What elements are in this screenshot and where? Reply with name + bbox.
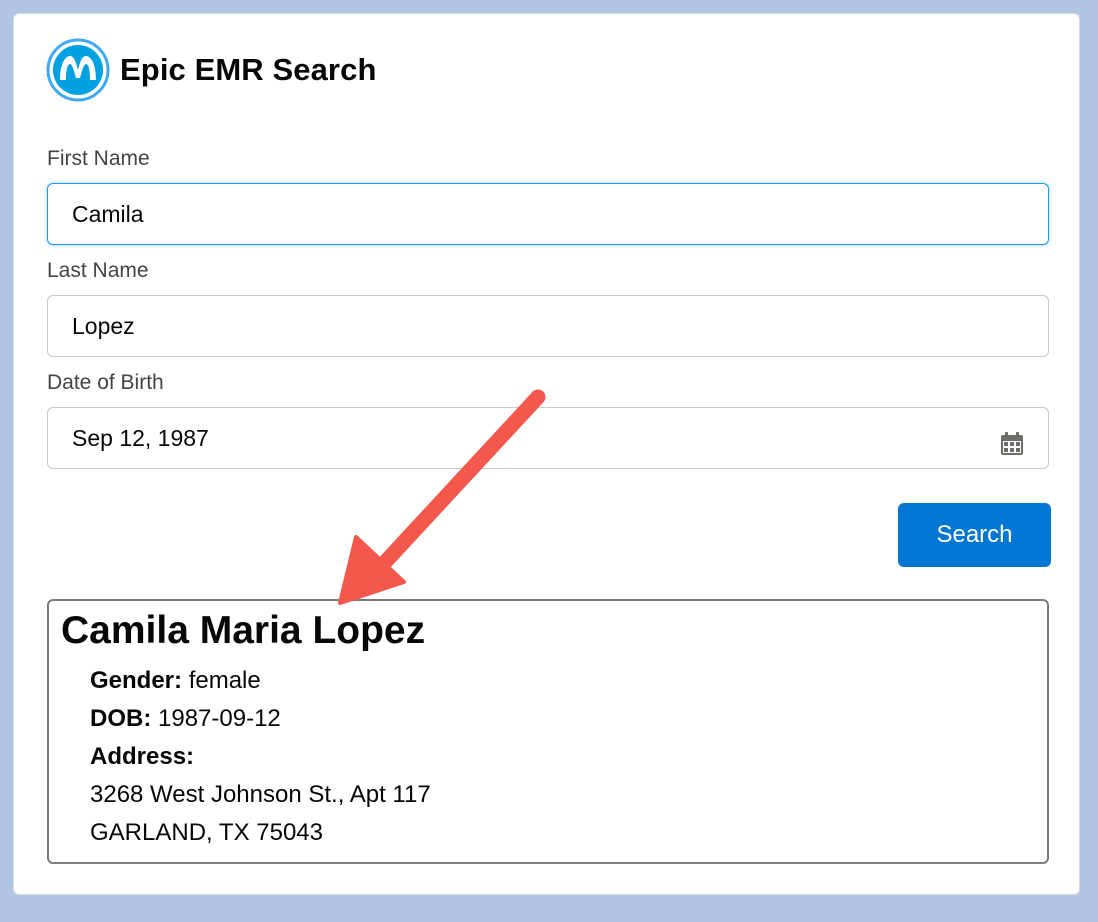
gender-value: female xyxy=(188,667,261,694)
first-name-label: First Name xyxy=(47,147,150,170)
dob-label: Date of Birth xyxy=(47,371,164,394)
dob-value: 1987-09-12 xyxy=(158,705,281,732)
dob-key: DOB: xyxy=(90,705,152,732)
search-button[interactable]: Search xyxy=(898,503,1051,567)
first-name-input[interactable] xyxy=(47,183,1049,245)
last-name-label: Last Name xyxy=(47,259,149,282)
search-card: Epic EMR Search First Name Last Name Dat… xyxy=(13,13,1080,895)
app-title: Epic EMR Search xyxy=(120,52,377,87)
address-line-1: 3268 West Johnson St., Apt 117 xyxy=(90,781,431,808)
gender-row: Gender: female xyxy=(90,667,261,695)
last-name-input[interactable] xyxy=(47,295,1049,357)
mulesoft-logo-icon xyxy=(46,38,110,102)
calendar-icon[interactable] xyxy=(999,431,1025,457)
patient-full-name: Camila Maria Lopez xyxy=(61,609,426,652)
dob-input[interactable] xyxy=(47,407,1049,469)
address-key: Address: xyxy=(90,743,195,770)
patient-result-card: Camila Maria Lopez Gender: female DOB: 1… xyxy=(47,599,1049,864)
app-header: Epic EMR Search xyxy=(46,38,376,102)
address-line-2: GARLAND, TX 75043 xyxy=(90,819,324,846)
gender-key: Gender: xyxy=(90,667,183,694)
address-row: Address: xyxy=(90,743,194,771)
dob-row: DOB: 1987-09-12 xyxy=(90,705,281,733)
